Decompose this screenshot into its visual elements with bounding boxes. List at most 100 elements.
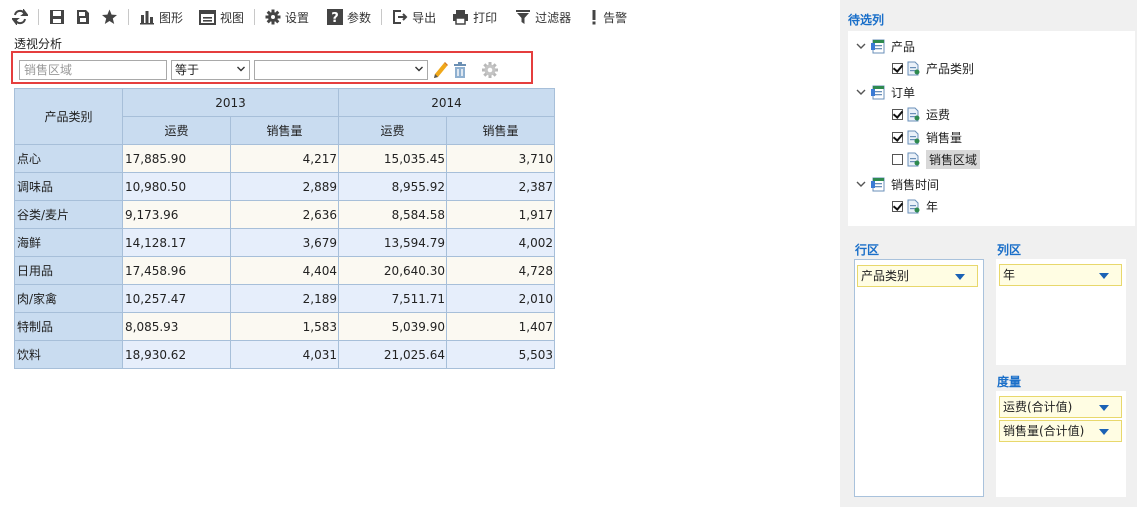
chevron-down-icon (856, 181, 866, 187)
tree-folder-order[interactable]: 订单 (856, 83, 915, 101)
chip-label: 年 (1003, 268, 1016, 282)
cell-value: 15,035.45 (338, 144, 447, 173)
filter-operator-select[interactable]: 等于 (171, 60, 250, 80)
cell-value: 3,679 (230, 228, 339, 257)
cell-value: 4,728 (446, 256, 555, 285)
tree-label: 产品类别 (926, 61, 975, 76)
checkbox[interactable] (892, 131, 903, 143)
chart-button[interactable]: 图形 (137, 5, 185, 29)
filter-field-input[interactable]: 销售区域 (19, 60, 167, 80)
view-icon (199, 9, 217, 25)
row-category: 海鲜 (14, 228, 123, 257)
measure-field-chip[interactable]: 销售量(合计值) (999, 420, 1122, 442)
alert-button-label: 告警 (603, 10, 628, 25)
rows-zone[interactable] (854, 259, 984, 497)
settings-gear-icon[interactable] (481, 61, 499, 79)
tree-label: 销售区域 (926, 149, 981, 169)
tree-field-product-category[interactable]: 产品类别 (892, 59, 974, 77)
toolbar: 图形 视图 设置 ? 参数 导出 打印 过滤器 告警 (0, 0, 840, 34)
edit-icon[interactable] (432, 61, 450, 79)
cell-value: 13,594.79 (338, 228, 447, 257)
tree-field-year[interactable]: 年 (892, 197, 938, 215)
tree-field-sales-qty[interactable]: 销售量 (892, 128, 962, 146)
params-button-label: 参数 (347, 10, 372, 25)
checkbox[interactable] (892, 108, 903, 120)
save-as-button[interactable] (73, 5, 93, 29)
table-row: 海鲜 14,128.17 3,679 13,594.79 4,002 (14, 228, 555, 257)
help-icon: ? (327, 9, 344, 25)
cell-value: 4,217 (230, 144, 339, 173)
save-button[interactable] (47, 5, 67, 29)
export-button[interactable]: 导出 (390, 5, 438, 29)
row-category: 肉/家禽 (14, 284, 123, 313)
alert-button[interactable]: 告警 (587, 5, 629, 29)
delete-icon[interactable] (451, 61, 469, 79)
cell-value: 10,257.47 (122, 284, 231, 313)
cell-value: 7,511.71 (338, 284, 447, 313)
toolbar-divider (381, 9, 383, 25)
refresh-button[interactable] (10, 5, 30, 29)
row-category: 特制品 (14, 312, 123, 341)
chart-button-label: 图形 (159, 10, 184, 25)
cell-value: 21,025.64 (338, 340, 447, 369)
row-category: 点心 (14, 144, 123, 173)
table-row: 调味品 10,980.50 2,889 8,955.92 2,387 (14, 172, 555, 201)
checkbox[interactable] (892, 200, 903, 212)
cell-value: 8,584.58 (338, 200, 447, 229)
cell-value: 4,002 (446, 228, 555, 257)
row-header-category: 产品类别 (14, 88, 123, 145)
row-category: 调味品 (14, 172, 123, 201)
tree-field-sales-region[interactable]: 销售区域 (892, 149, 981, 169)
tree-label: 订单 (891, 85, 916, 100)
cell-value: 8,085.93 (122, 312, 231, 341)
chevron-down-icon (1099, 273, 1109, 279)
year-header: 2014 (338, 88, 555, 117)
toolbar-divider (38, 9, 39, 25)
tree-folder-product[interactable]: 产品 (856, 37, 915, 55)
measures-zone-title: 度量 (997, 375, 1022, 389)
chevron-down-icon (856, 43, 866, 49)
cell-value: 17,458.96 (122, 256, 231, 285)
filter-icon (516, 10, 531, 24)
measure-field-chip[interactable]: 运费(合计值) (999, 396, 1122, 418)
tree-field-freight[interactable]: 运费 (892, 105, 950, 123)
gear-icon (265, 9, 281, 25)
view-button-label: 视图 (220, 10, 245, 25)
table-row: 谷类/麦片 9,173.96 2,636 8,584.58 1,917 (14, 200, 555, 229)
col-field-chip[interactable]: 年 (999, 264, 1122, 286)
filter-button[interactable]: 过滤器 (513, 5, 573, 29)
print-icon (453, 10, 469, 25)
toolbar-divider (254, 9, 256, 25)
cell-value: 2,010 (446, 284, 555, 313)
chart-icon (140, 11, 154, 25)
filter-bar: 销售区域 等于 (11, 51, 533, 84)
row-field-chip[interactable]: 产品类别 (857, 265, 978, 287)
settings-button[interactable]: 设置 (263, 5, 311, 29)
table-folder-icon (871, 177, 885, 192)
view-button[interactable]: 视图 (197, 5, 246, 29)
measure-header: 运费 (122, 116, 231, 145)
filter-value-select[interactable] (254, 60, 428, 80)
field-doc-icon (907, 61, 920, 75)
table-row: 饮料 18,930.62 4,031 21,025.64 5,503 (14, 340, 555, 369)
print-button[interactable]: 打印 (450, 5, 499, 29)
table-row: 点心 17,885.90 4,217 15,035.45 3,710 (14, 144, 555, 173)
tree-label: 销售量 (926, 130, 963, 145)
tree-folder-sales-time[interactable]: 销售时间 (856, 175, 939, 193)
chip-label: 销售量(合计值) (1003, 424, 1085, 438)
params-button[interactable]: ? 参数 (325, 5, 373, 29)
cell-value: 17,885.90 (122, 144, 231, 173)
tree-label: 销售时间 (891, 177, 940, 192)
cell-value: 5,039.90 (338, 312, 447, 341)
checkbox[interactable] (892, 62, 903, 74)
row-category: 饮料 (14, 340, 123, 369)
favorite-button[interactable] (99, 5, 120, 29)
cell-value: 4,404 (230, 256, 339, 285)
checkbox[interactable] (892, 153, 903, 165)
row-category: 日用品 (14, 256, 123, 285)
pivot-table: 产品类别 2013 2014 运费 销售量 运费 销售量 点心 17,885.9… (14, 88, 555, 369)
save-as-icon (77, 10, 89, 24)
tree-label: 年 (926, 199, 939, 214)
page-title: 透视分析 (14, 37, 63, 51)
cell-value: 1,407 (446, 312, 555, 341)
